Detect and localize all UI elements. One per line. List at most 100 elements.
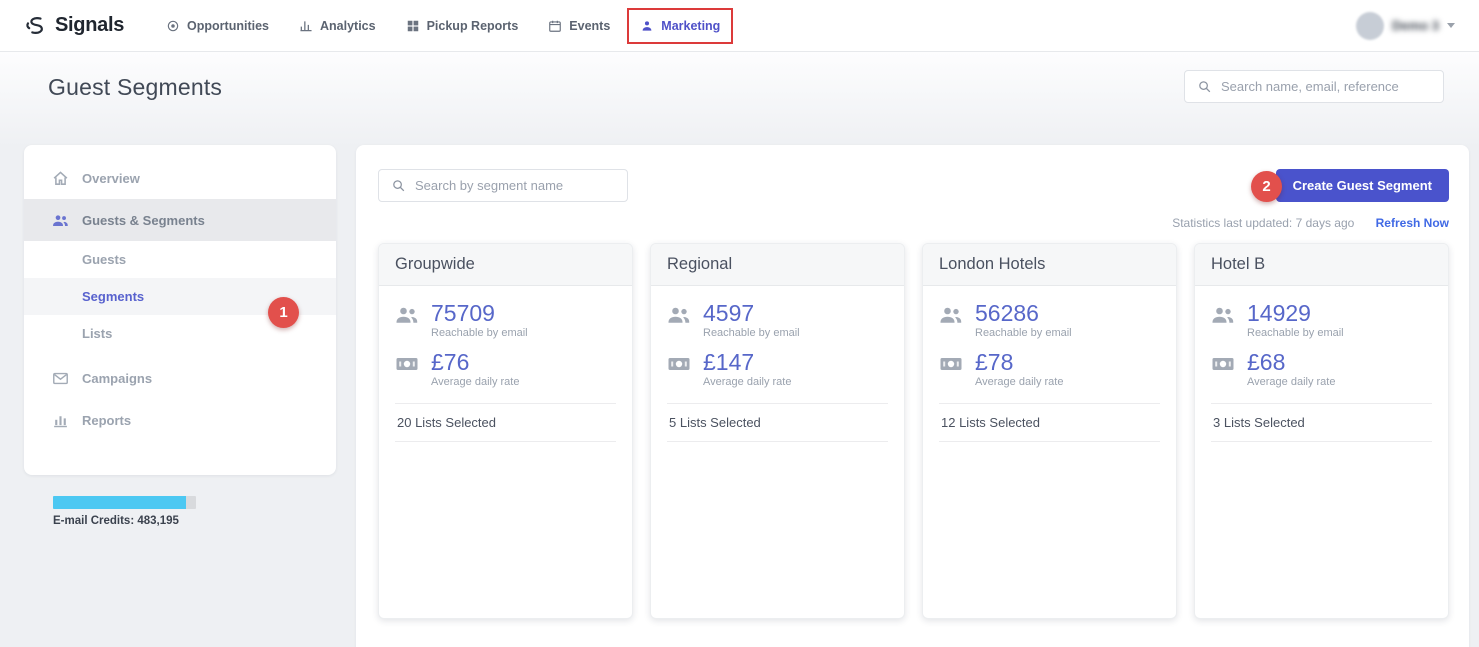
- page: Signals Opportunities Analytics: [0, 0, 1479, 647]
- reachable-stat: 75709 Reachable by email: [395, 301, 616, 339]
- stats-row: Statistics last updated: 7 days ago Refr…: [378, 216, 1449, 230]
- sidebar-item-label: Campaigns: [82, 371, 152, 386]
- avatar: [1356, 12, 1384, 40]
- sidebar-item-reports[interactable]: Reports: [24, 399, 336, 441]
- segment-card: Groupwide 75709 Reachable by email: [378, 243, 633, 619]
- create-guest-segment-button[interactable]: Create Guest Segment: [1276, 169, 1449, 202]
- email-credits: E-mail Credits: 483,195: [53, 496, 203, 527]
- nav-label: Marketing: [661, 19, 720, 33]
- nav-item-marketing[interactable]: Marketing: [630, 11, 730, 41]
- global-search-input[interactable]: [1221, 79, 1431, 94]
- people-icon: [667, 303, 691, 327]
- stats-last-updated: Statistics last updated: 7 days ago: [1172, 216, 1354, 230]
- average-rate-label: Average daily rate: [975, 376, 1063, 388]
- lists-selected: 12 Lists Selected: [939, 403, 1160, 442]
- user-menu[interactable]: Demo 3: [1356, 12, 1455, 40]
- home-icon: [52, 170, 69, 187]
- average-rate-label: Average daily rate: [1247, 376, 1335, 388]
- chevron-down-icon: [1447, 23, 1455, 28]
- reachable-stat: 56286 Reachable by email: [939, 301, 1160, 339]
- banknote-icon: [395, 352, 419, 376]
- banknote-icon: [939, 352, 963, 376]
- email-credits-label: E-mail Credits: 483,195: [53, 515, 203, 527]
- signals-logo-icon: [24, 14, 48, 38]
- people-icon: [939, 303, 963, 327]
- user-name: Demo 3: [1392, 18, 1439, 33]
- marketing-icon: [640, 19, 654, 33]
- average-rate: £76: [431, 350, 519, 374]
- nav-label: Events: [569, 19, 610, 33]
- reachable-count: 4597: [703, 301, 800, 325]
- nav-item-pickup-reports[interactable]: Pickup Reports: [396, 11, 529, 41]
- sidebar-item-label: Overview: [82, 171, 140, 186]
- segment-card-body: 14929 Reachable by email £68: [1195, 286, 1448, 442]
- nav-label: Opportunities: [187, 19, 269, 33]
- main-nav: Opportunities Analytics Pickup Reports: [156, 11, 730, 41]
- events-icon: [548, 19, 562, 33]
- page-header: Guest Segments: [0, 52, 1479, 148]
- rate-stat: £68 Average daily rate: [1211, 350, 1432, 388]
- average-rate-label: Average daily rate: [703, 376, 791, 388]
- nav-item-events[interactable]: Events: [538, 11, 620, 41]
- segment-cards: Groupwide 75709 Reachable by email: [378, 243, 1449, 619]
- average-rate-label: Average daily rate: [431, 376, 519, 388]
- opportunities-icon: [166, 19, 180, 33]
- average-rate: £78: [975, 350, 1063, 374]
- segments-toolbar: Create Guest Segment: [378, 169, 1449, 202]
- email-credits-progress-fill: [53, 496, 186, 509]
- reachable-count: 56286: [975, 301, 1072, 325]
- segments-panel: Create Guest Segment Statistics last upd…: [356, 145, 1469, 647]
- sidebar-item-guests[interactable]: Guests: [24, 241, 336, 278]
- people-icon: [52, 212, 69, 229]
- reachable-stat: 14929 Reachable by email: [1211, 301, 1432, 339]
- people-icon: [1211, 303, 1235, 327]
- segment-card: Regional 4597 Reachable by email: [650, 243, 905, 619]
- sidebar-item-campaigns[interactable]: Campaigns: [24, 357, 336, 399]
- segment-card-body: 56286 Reachable by email £78: [923, 286, 1176, 442]
- average-rate: £147: [703, 350, 791, 374]
- reachable-label: Reachable by email: [431, 327, 528, 339]
- sidebar-item-label: Lists: [82, 326, 112, 341]
- sidebar-item-label: Guests & Segments: [82, 213, 205, 228]
- sidebar-item-label: Segments: [82, 289, 144, 304]
- global-search: [1184, 70, 1444, 103]
- annotation-badge-1: 1: [268, 297, 299, 328]
- segment-card-body: 75709 Reachable by email £76: [379, 286, 632, 442]
- reachable-label: Reachable by email: [703, 327, 800, 339]
- segment-card: Hotel B 14929 Reachable by email: [1194, 243, 1449, 619]
- people-icon: [395, 303, 419, 327]
- nav-label: Pickup Reports: [427, 19, 519, 33]
- search-icon: [391, 178, 406, 193]
- analytics-icon: [299, 19, 313, 33]
- search-icon: [1197, 79, 1212, 94]
- page-title: Guest Segments: [48, 74, 222, 101]
- sidebar-item-guests-segments[interactable]: Guests & Segments: [24, 199, 336, 241]
- brand-name: Signals: [55, 14, 124, 37]
- sidebar-item-label: Reports: [82, 413, 131, 428]
- rate-stat: £147 Average daily rate: [667, 350, 888, 388]
- annotation-badge-2: 2: [1251, 171, 1282, 202]
- segment-search-input[interactable]: [415, 178, 615, 193]
- lists-selected: 20 Lists Selected: [395, 403, 616, 442]
- banknote-icon: [1211, 352, 1235, 376]
- segment-name: Regional: [651, 244, 904, 286]
- segment-name: Groupwide: [379, 244, 632, 286]
- bar-chart-icon: [52, 412, 69, 429]
- refresh-now-link[interactable]: Refresh Now: [1376, 216, 1449, 230]
- envelope-icon: [52, 370, 69, 387]
- banknote-icon: [667, 352, 691, 376]
- reachable-count: 75709: [431, 301, 528, 325]
- reachable-label: Reachable by email: [1247, 327, 1344, 339]
- top-nav: Signals Opportunities Analytics: [0, 0, 1479, 52]
- rate-stat: £76 Average daily rate: [395, 350, 616, 388]
- rate-stat: £78 Average daily rate: [939, 350, 1160, 388]
- brand-logo[interactable]: Signals: [24, 14, 124, 38]
- nav-item-analytics[interactable]: Analytics: [289, 11, 386, 41]
- sidebar-item-overview[interactable]: Overview: [24, 157, 336, 199]
- nav-item-opportunities[interactable]: Opportunities: [156, 11, 279, 41]
- email-credits-progress: [53, 496, 196, 509]
- reachable-stat: 4597 Reachable by email: [667, 301, 888, 339]
- segment-card-body: 4597 Reachable by email £147: [651, 286, 904, 442]
- segment-name: Hotel B: [1195, 244, 1448, 286]
- lists-selected: 5 Lists Selected: [667, 403, 888, 442]
